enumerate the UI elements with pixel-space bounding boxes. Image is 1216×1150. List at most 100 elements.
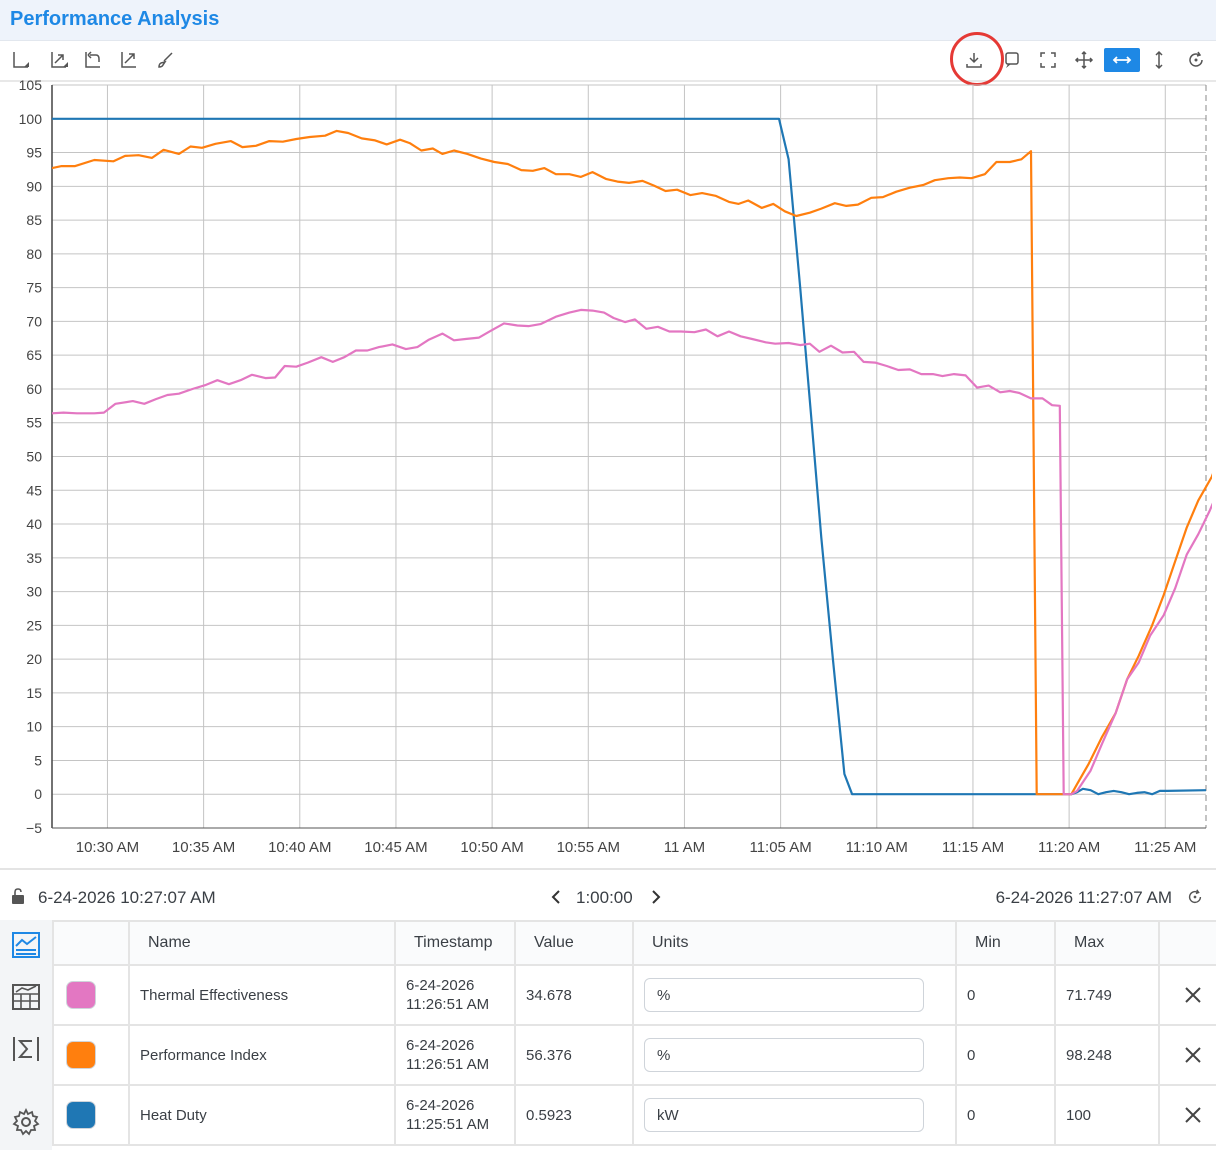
y-tick-label: 95 bbox=[26, 145, 42, 161]
unlock-icon[interactable] bbox=[10, 887, 26, 910]
fullscreen-icon bbox=[1040, 52, 1056, 68]
reset-button[interactable] bbox=[1181, 47, 1211, 73]
series-color-swatch[interactable] bbox=[66, 1041, 96, 1069]
annotate-icon bbox=[1005, 52, 1019, 68]
color-cell bbox=[52, 1084, 130, 1146]
y-tick-label: 15 bbox=[26, 685, 42, 701]
y-tick-label: 40 bbox=[26, 516, 42, 532]
series-name: Heat Duty bbox=[128, 1084, 396, 1146]
table-row[interactable]: Performance Index 6-24-2026 11:26:51 AM 56.… bbox=[52, 1024, 1216, 1086]
units-field[interactable]: % bbox=[644, 978, 924, 1012]
zoom-box-button[interactable] bbox=[44, 47, 74, 73]
series-value: 56.376 bbox=[514, 1024, 634, 1086]
y-tick-label: 85 bbox=[26, 212, 42, 228]
y-tick-label: 25 bbox=[26, 617, 42, 633]
header-value[interactable]: Value bbox=[514, 920, 634, 966]
range-end[interactable]: 6-24-2026 11:27:07 AM bbox=[996, 888, 1172, 908]
units-field[interactable]: % bbox=[644, 1038, 924, 1072]
tab-settings[interactable] bbox=[9, 1105, 43, 1139]
color-cell bbox=[52, 1024, 130, 1086]
x-tick-label: 11:15 AM bbox=[942, 839, 1004, 856]
x-tick-label: 10:55 AM bbox=[557, 839, 620, 856]
zoom-back-icon bbox=[85, 51, 100, 68]
x-tick-label: 11:05 AM bbox=[749, 839, 811, 856]
vertical-zoom-button[interactable] bbox=[1144, 47, 1174, 73]
chart-toolbar bbox=[0, 40, 1216, 82]
reset-range-icon[interactable] bbox=[1186, 888, 1204, 911]
remove-series-button[interactable] bbox=[1170, 985, 1215, 1005]
y-tick-label: 30 bbox=[26, 584, 42, 600]
units-cell: % bbox=[632, 1024, 957, 1086]
header-min[interactable]: Min bbox=[955, 920, 1056, 966]
timestamp-time: 11:26:51 AM bbox=[406, 996, 490, 1013]
zoom-back-button[interactable] bbox=[78, 47, 108, 73]
trend-chart[interactable]: −5 0 5 10 15 20 25 30 35 40 45 50 55 60 65 70 75 80 85 90 95… bbox=[0, 80, 1216, 868]
series-line-thermal-effectiveness bbox=[52, 308, 1212, 796]
zoom-extents-button[interactable] bbox=[114, 47, 144, 73]
zoom-extents-icon bbox=[121, 52, 136, 68]
tab-trend[interactable] bbox=[9, 928, 43, 962]
axes-options-button[interactable] bbox=[6, 47, 36, 73]
title-bar: Performance Analysis bbox=[0, 0, 1216, 41]
series-max: 98.248 bbox=[1054, 1024, 1160, 1086]
timestamp-time: 11:25:51 AM bbox=[406, 1116, 490, 1133]
series-min: 0 bbox=[955, 1024, 1056, 1086]
next-range-icon[interactable] bbox=[650, 889, 662, 910]
series-name: Performance Index bbox=[128, 1024, 396, 1086]
y-tick-label: 10 bbox=[26, 719, 42, 735]
y-tick-label: 50 bbox=[26, 449, 42, 465]
remove-cell bbox=[1158, 1024, 1216, 1086]
tab-table[interactable] bbox=[9, 980, 43, 1014]
series-color-swatch[interactable] bbox=[66, 981, 96, 1009]
table-row[interactable]: Heat Duty 6-24-2026 11:25:51 AM 0.5923 kW 0 10… bbox=[52, 1084, 1216, 1146]
statistics-icon bbox=[13, 1037, 39, 1061]
units-field[interactable]: kW bbox=[644, 1098, 924, 1132]
download-icon bbox=[966, 53, 982, 68]
y-tick-label: 100 bbox=[19, 111, 43, 127]
pan-button[interactable] bbox=[1069, 47, 1099, 73]
close-icon bbox=[1184, 1047, 1201, 1063]
series-line-performance-index bbox=[52, 129, 1212, 796]
timestamp-time: 11:26:51 AM bbox=[406, 1056, 490, 1073]
header-remove bbox=[1158, 920, 1216, 966]
x-tick-label: 10:40 AM bbox=[268, 839, 331, 856]
range-start[interactable]: 6-24-2026 10:27:07 AM bbox=[38, 888, 216, 908]
header-name[interactable]: Name bbox=[128, 920, 396, 966]
y-tick-label: −5 bbox=[26, 820, 42, 836]
close-icon bbox=[1184, 987, 1201, 1003]
x-tick-label: 10:50 AM bbox=[460, 839, 523, 856]
y-tick-label: 80 bbox=[26, 246, 42, 262]
header-timestamp[interactable]: Timestamp bbox=[394, 920, 516, 966]
pan-icon bbox=[1074, 50, 1094, 70]
table-row[interactable]: Thermal Effectiveness 6-24-2026 11:26:51 A… bbox=[52, 964, 1216, 1026]
y-tick-label: 35 bbox=[26, 550, 42, 566]
tab-statistics[interactable] bbox=[9, 1032, 43, 1066]
range-duration[interactable]: 1:00:00 bbox=[576, 888, 633, 908]
header-units[interactable]: Units bbox=[632, 920, 957, 966]
horizontal-zoom-button[interactable] bbox=[1104, 48, 1140, 72]
color-cell bbox=[52, 964, 130, 1026]
annotate-button[interactable] bbox=[997, 47, 1027, 73]
previous-range-icon[interactable] bbox=[550, 889, 562, 910]
series-max: 71.749 bbox=[1054, 964, 1160, 1026]
fullscreen-button[interactable] bbox=[1033, 47, 1063, 73]
y-tick-label: 60 bbox=[26, 381, 42, 397]
y-axis: −5 0 5 10 15 20 25 30 35 40 45 50 55 60 65 70 75 80 85 90 95… bbox=[19, 80, 53, 836]
paint-brush-button[interactable] bbox=[151, 47, 181, 73]
remove-series-button[interactable] bbox=[1170, 1105, 1215, 1125]
series-color-swatch[interactable] bbox=[66, 1101, 96, 1129]
x-tick-label: 11:20 AM bbox=[1038, 839, 1100, 856]
x-tick-label: 11:25 AM bbox=[1134, 839, 1196, 856]
header-max[interactable]: Max bbox=[1054, 920, 1160, 966]
units-cell: kW bbox=[632, 1084, 957, 1146]
remove-series-button[interactable] bbox=[1170, 1045, 1215, 1065]
download-button[interactable] bbox=[959, 47, 989, 73]
y-tick-label: 0 bbox=[34, 786, 42, 802]
settings-icon bbox=[12, 1107, 40, 1136]
x-tick-label: 10:35 AM bbox=[172, 839, 235, 856]
trend-view-icon bbox=[12, 932, 40, 958]
y-tick-label: 75 bbox=[26, 280, 42, 296]
timestamp-date: 6-24-2026 bbox=[406, 1097, 475, 1114]
table-header-row: Name Timestamp Value Units Min Max bbox=[52, 920, 1216, 966]
timestamp-date: 6-24-2026 bbox=[406, 977, 475, 994]
